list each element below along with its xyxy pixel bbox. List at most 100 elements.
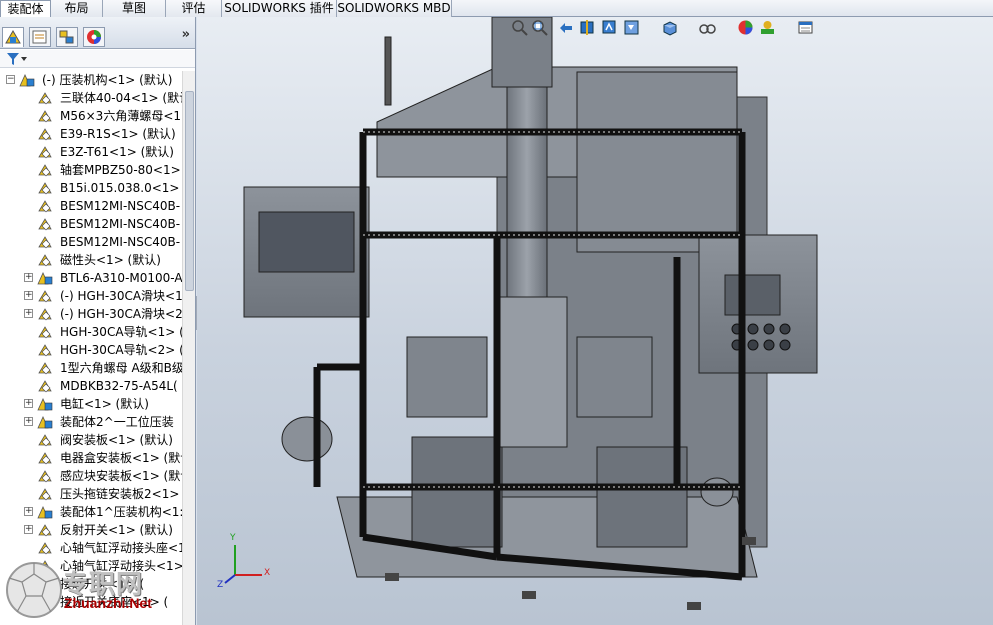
tree-item[interactable]: HGH-30CA导轨<1> ( xyxy=(0,323,182,341)
feature-manager-tab[interactable] xyxy=(2,27,24,47)
expand-icon[interactable]: + xyxy=(24,309,33,318)
section-view-icon[interactable] xyxy=(579,19,596,36)
tree-item[interactable]: BESM12MI-NSC40B- xyxy=(0,233,182,251)
tree-item[interactable]: + (-) HGH-30CA滑块<2 xyxy=(0,305,182,323)
tree-item[interactable]: + 装配体1^压装机构<1: xyxy=(0,503,182,521)
tree-item[interactable]: MDBKB32-75-A54L( xyxy=(0,377,182,395)
graphics-area[interactable]: Y X Z xyxy=(197,17,993,625)
tree-item[interactable]: B15i.015.038.0<1> ( xyxy=(0,179,182,197)
part-icon xyxy=(38,290,52,303)
tree-item-label: 三联体40-04<1> (默认 xyxy=(60,91,182,105)
tree-item[interactable]: + (-) HGH-30CA滑块<1 xyxy=(0,287,182,305)
assembly-icon xyxy=(37,272,53,285)
panel-expand-button[interactable]: » xyxy=(182,27,190,42)
tree-root-label: (-) 压装机构<1> (默认) xyxy=(42,73,173,87)
tree-root[interactable]: − (-) 压装机构<1> (默认) xyxy=(0,71,182,89)
part-icon xyxy=(38,524,52,537)
tree-item-label: E39-R1S<1> (默认) xyxy=(60,127,176,141)
part-icon xyxy=(38,488,52,501)
tree-item[interactable]: + BTL6-A310-M0100-A xyxy=(0,269,182,287)
top-cabinet xyxy=(576,71,738,253)
filter-row[interactable] xyxy=(0,50,195,68)
appearance-manager-tab[interactable] xyxy=(83,27,105,47)
tree-item-label: 心轴气缸浮动接头座<1 xyxy=(60,541,182,555)
expand-icon[interactable]: + xyxy=(24,417,33,426)
tree-item[interactable]: + 装配体2^一工位压装 xyxy=(0,413,182,431)
tree-item[interactable]: + 反射开关<1> (默认) xyxy=(0,521,182,539)
assembly-icon xyxy=(19,74,35,87)
expand-icon[interactable]: + xyxy=(24,291,33,300)
watermark: 专职网 Zhuanzhi.Net xyxy=(0,556,200,625)
feature-manager-panel: » − (-) 压装机构<1> (默认) 三联体40-04<1> (默认 M56×… xyxy=(0,17,196,625)
tree-item[interactable]: E3Z-T61<1> (默认) xyxy=(0,143,182,161)
machine-model[interactable] xyxy=(197,17,993,625)
tree-item-label: 轴套MPBZ50-80<1> xyxy=(60,163,181,177)
feature-tree: − (-) 压装机构<1> (默认) 三联体40-04<1> (默认 M56×3六… xyxy=(0,71,182,625)
part-icon xyxy=(38,236,52,249)
part-icon xyxy=(38,308,52,321)
tree-item-label: 电缸<1> (默认) xyxy=(60,397,149,411)
view-settings-icon[interactable] xyxy=(797,19,814,36)
expand-icon[interactable]: + xyxy=(24,507,33,516)
tree-item[interactable]: 阀安装板<1> (默认) xyxy=(0,431,182,449)
signal-tower xyxy=(384,36,392,106)
collapse-icon[interactable]: − xyxy=(6,75,15,84)
tab-layout[interactable]: 布局 xyxy=(51,0,103,17)
tree-item-label: (-) HGH-30CA滑块<2 xyxy=(60,307,182,321)
appearance-manager-icon xyxy=(87,30,101,44)
tree-item[interactable]: + 电缸<1> (默认) xyxy=(0,395,182,413)
tree-item[interactable]: BESM12MI-NSC40B- xyxy=(0,215,182,233)
tree-item[interactable]: 压头拖链安装板2<1> xyxy=(0,485,182,503)
tree-item[interactable]: HGH-30CA导轨<2> ( xyxy=(0,341,182,359)
configuration-manager-tab[interactable] xyxy=(56,27,78,47)
tree-item-label: 压头拖链安装板2<1> xyxy=(60,487,180,501)
property-manager-tab[interactable] xyxy=(29,27,51,47)
tab-solidworks-addins[interactable]: SOLIDWORKS 插件 xyxy=(222,0,337,17)
tab-sketch[interactable]: 草图 xyxy=(103,0,166,17)
triad-y-label: Y xyxy=(230,533,236,543)
part-icon xyxy=(38,326,52,339)
triad-z-label: Z xyxy=(217,580,224,590)
left-fixture xyxy=(411,436,503,548)
apply-scene-icon[interactable] xyxy=(759,19,776,36)
part-icon xyxy=(38,182,52,195)
tree-item[interactable]: M56×3六角薄螺母<1 xyxy=(0,107,182,125)
tree-item[interactable]: 轴套MPBZ50-80<1> xyxy=(0,161,182,179)
zoom-to-fit-icon[interactable] xyxy=(511,19,528,36)
tab-evaluate[interactable]: 评估 xyxy=(166,0,222,17)
edit-appearance-icon[interactable] xyxy=(737,19,754,36)
tree-item[interactable]: 1型六角螺母 A级和B级 xyxy=(0,359,182,377)
display-style-icon[interactable] xyxy=(661,19,678,36)
part-icon xyxy=(38,146,52,159)
dynamic-annotation-icon[interactable] xyxy=(601,19,618,36)
press-head xyxy=(496,296,568,448)
tab-solidworks-mbd[interactable]: SOLIDWORKS MBD xyxy=(337,0,452,17)
tree-item[interactable]: 感应块安装板<1> (默认 xyxy=(0,467,182,485)
control-box-screen xyxy=(724,274,781,316)
zoom-to-area-icon[interactable] xyxy=(531,19,548,36)
tree-item-label: MDBKB32-75-A54L( xyxy=(60,379,178,393)
tree-item-label: M56×3六角薄螺母<1 xyxy=(60,109,182,123)
tree-item-label: BESM12MI-NSC40B- xyxy=(60,235,181,249)
view-orientation-icon[interactable] xyxy=(623,19,640,36)
scrollbar-thumb[interactable] xyxy=(185,91,194,291)
tree-item-label: E3Z-T61<1> (默认) xyxy=(60,145,174,159)
tab-assembly[interactable]: 装配体 xyxy=(0,0,51,17)
configuration-manager-icon xyxy=(59,30,74,44)
tree-item-label: 电器盒安装板<1> (默认 xyxy=(60,451,182,465)
tree-item[interactable]: 心轴气缸浮动接头座<1 xyxy=(0,539,182,557)
tree-item[interactable]: 三联体40-04<1> (默认 xyxy=(0,89,182,107)
previous-view-icon[interactable] xyxy=(557,19,574,36)
hide-show-items-icon[interactable] xyxy=(699,19,716,36)
filter-icon[interactable] xyxy=(6,51,28,67)
tree-scrollbar[interactable] xyxy=(182,71,195,625)
tree-item[interactable]: 电器盒安装板<1> (默认 xyxy=(0,449,182,467)
tree-item[interactable]: BESM12MI-NSC40B- xyxy=(0,197,182,215)
tree-item[interactable]: E39-R1S<1> (默认) xyxy=(0,125,182,143)
tree-item-label: 阀安装板<1> (默认) xyxy=(60,433,173,447)
expand-icon[interactable]: + xyxy=(24,525,33,534)
expand-icon[interactable]: + xyxy=(24,399,33,408)
tree-item[interactable]: 磁性头<1> (默认) xyxy=(0,251,182,269)
part-icon xyxy=(38,218,52,231)
expand-icon[interactable]: + xyxy=(24,273,33,282)
